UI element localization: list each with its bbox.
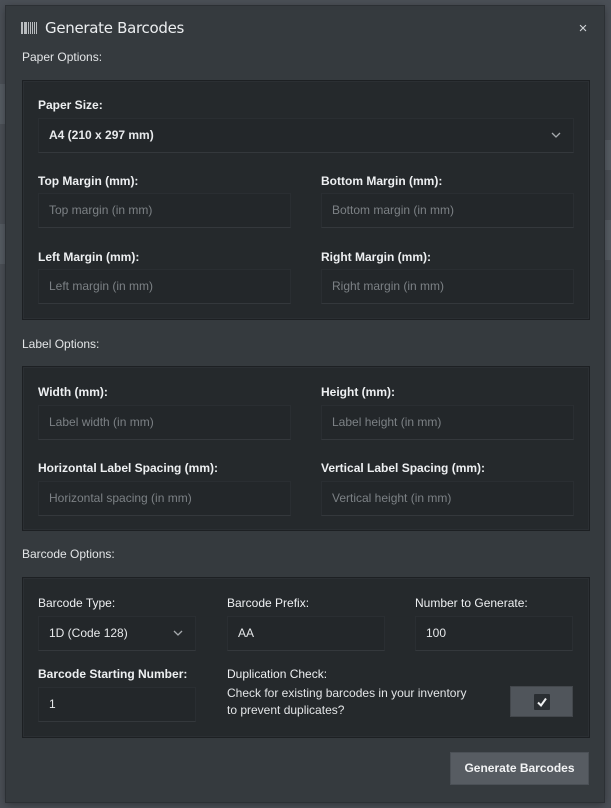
label-options-heading: Label Options: [22,337,100,351]
starting-number-label: Barcode Starting Number: [38,667,188,681]
horizontal-spacing-input[interactable]: Horizontal spacing (in mm) [38,481,291,516]
duplication-check-description-line1: Check for existing barcodes in your inve… [227,686,467,700]
background-app-strip [605,220,611,260]
paper-size-select[interactable]: A4 (210 x 297 mm) [38,118,574,153]
duplication-check-description-line2: to prevent duplicates? [227,703,345,717]
number-to-generate-label: Number to Generate: [415,596,528,610]
generate-barcodes-button[interactable]: Generate Barcodes [450,752,589,785]
modal-title: Generate Barcodes [45,19,185,37]
duplication-check-toggle[interactable] [510,686,573,717]
background-app-strip [605,140,611,170]
barcode-type-value: 1D (Code 128) [49,626,128,640]
label-options-panel: Width (mm): Label width (in mm) Height (… [22,366,590,531]
horizontal-spacing-label: Horizontal Label Spacing (mm): [38,461,219,475]
left-margin-input[interactable]: Left margin (in mm) [38,269,291,304]
paper-options-heading: Paper Options: [22,50,103,64]
top-margin-input[interactable]: Top margin (in mm) [38,193,291,228]
barcode-icon [21,22,37,34]
left-margin-label: Left Margin (mm): [38,250,140,264]
bottom-margin-label: Bottom Margin (mm): [321,174,443,188]
right-margin-input[interactable]: Right margin (in mm) [321,269,574,304]
chevron-down-icon [551,132,561,138]
barcode-options-heading: Barcode Options: [22,547,115,561]
bottom-margin-input[interactable]: Bottom margin (in mm) [321,193,574,228]
label-height-label: Height (mm): [321,385,395,399]
number-to-generate-input[interactable]: 100 [415,616,573,651]
duplication-checkbox[interactable] [534,694,550,710]
label-height-input[interactable]: Label height (in mm) [321,405,574,440]
paper-size-value: A4 (210 x 297 mm) [49,128,154,142]
barcode-type-select[interactable]: 1D (Code 128) [38,616,196,651]
top-margin-label: Top Margin (mm): [38,174,139,188]
paper-options-panel: Paper Size: A4 (210 x 297 mm) Top Margin… [22,80,590,320]
close-icon[interactable]: × [576,21,590,36]
barcode-options-panel: Barcode Type: 1D (Code 128) Barcode Pref… [22,577,590,738]
barcode-type-label: Barcode Type: [38,596,116,610]
vertical-spacing-input[interactable]: Vertical height (in mm) [321,481,574,516]
label-width-input[interactable]: Label width (in mm) [38,405,291,440]
paper-size-label: Paper Size: [38,98,103,112]
modal-header: Generate Barcodes × [6,6,604,52]
starting-number-input[interactable]: 1 [38,687,196,722]
chevron-down-icon [173,630,183,636]
generate-barcodes-modal: Generate Barcodes × Paper Options: Paper… [6,6,604,802]
duplication-check-label: Duplication Check: [227,667,328,681]
right-margin-label: Right Margin (mm): [321,250,431,264]
vertical-spacing-label: Vertical Label Spacing (mm): [321,461,486,475]
barcode-prefix-label: Barcode Prefix: [227,596,310,610]
barcode-prefix-input[interactable]: AA [227,616,385,651]
checkmark-icon [537,697,547,708]
label-width-label: Width (mm): [38,385,108,399]
